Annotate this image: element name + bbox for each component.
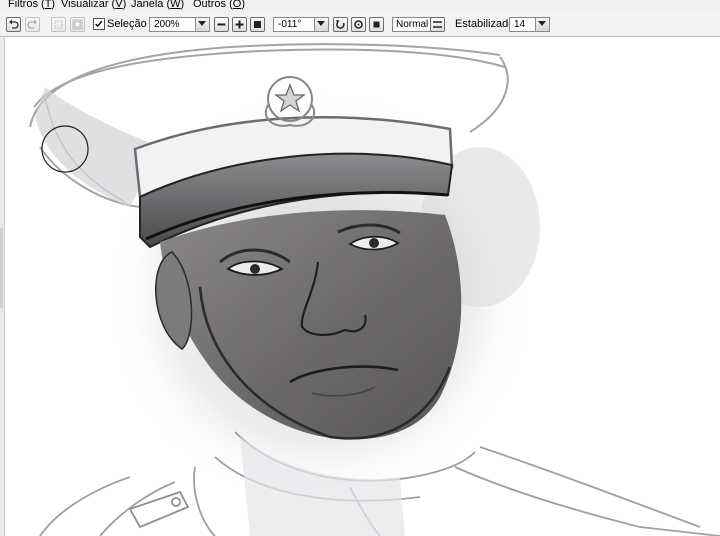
redo-button[interactable] xyxy=(25,17,40,32)
zoom-select[interactable]: 200% xyxy=(149,17,210,32)
rotation-select[interactable]: -011° xyxy=(273,17,329,32)
zoom-in-icon xyxy=(235,20,244,29)
selection-label: Seleção xyxy=(107,18,147,30)
rotation-value: -011° xyxy=(278,19,302,30)
undo-button[interactable] xyxy=(6,17,21,32)
zoom-fit-button[interactable] xyxy=(250,17,265,32)
menu-filtros[interactable]: Filtros (T) xyxy=(8,0,55,11)
zoom-value: 200% xyxy=(154,19,180,30)
selection-checkbox[interactable] xyxy=(93,18,105,30)
redo-icon xyxy=(27,19,37,29)
menu-visualizar[interactable]: Visualizar (V) xyxy=(61,0,126,11)
menu-janela[interactable]: Janela (W) xyxy=(131,0,184,11)
chevron-down-icon xyxy=(538,21,546,26)
zoom-dropdown-arrow[interactable] xyxy=(195,18,209,31)
zoom-out-button[interactable] xyxy=(214,17,229,32)
chevron-down-icon xyxy=(198,21,206,26)
clear-selection-icon xyxy=(54,20,63,29)
rotate-reset-icon xyxy=(354,20,363,29)
zoom-fit-icon xyxy=(254,21,261,28)
epaulette xyxy=(128,490,190,529)
stabilizer-value: 14 xyxy=(514,19,526,30)
rotate-right-icon xyxy=(373,21,380,28)
menu-bar: Filtros (T) Visualizar (V) Janela (W) Ou… xyxy=(0,0,720,12)
menu-outros[interactable]: Outros (O) xyxy=(193,0,245,11)
rotate-right-button[interactable] xyxy=(369,17,384,32)
rotate-left-icon xyxy=(336,20,345,29)
zoom-in-button[interactable] xyxy=(232,17,247,32)
blend-mode-label[interactable]: Normal xyxy=(392,17,433,32)
chevron-down-icon xyxy=(317,21,325,26)
toolbar: Seleção 200% -011° Normal Estabilizador … xyxy=(0,12,720,37)
flip-icon xyxy=(433,21,442,28)
rotate-reset-button[interactable] xyxy=(351,17,366,32)
rotation-dropdown-arrow[interactable] xyxy=(314,18,328,31)
rotate-left-button[interactable] xyxy=(333,17,348,32)
invert-selection-button[interactable] xyxy=(70,17,85,32)
flip-button[interactable] xyxy=(430,17,445,32)
clear-selection-button[interactable] xyxy=(51,17,66,32)
canvas-artwork[interactable] xyxy=(0,37,720,536)
stabilizer-dropdown-arrow[interactable] xyxy=(535,18,549,31)
zoom-out-icon xyxy=(217,23,226,26)
invert-selection-icon xyxy=(72,19,83,30)
undo-icon xyxy=(9,19,19,29)
checkmark-icon xyxy=(95,20,103,28)
vertical-scrollbar-handle[interactable] xyxy=(0,228,3,308)
stabilizer-select[interactable]: 14 xyxy=(509,17,550,32)
